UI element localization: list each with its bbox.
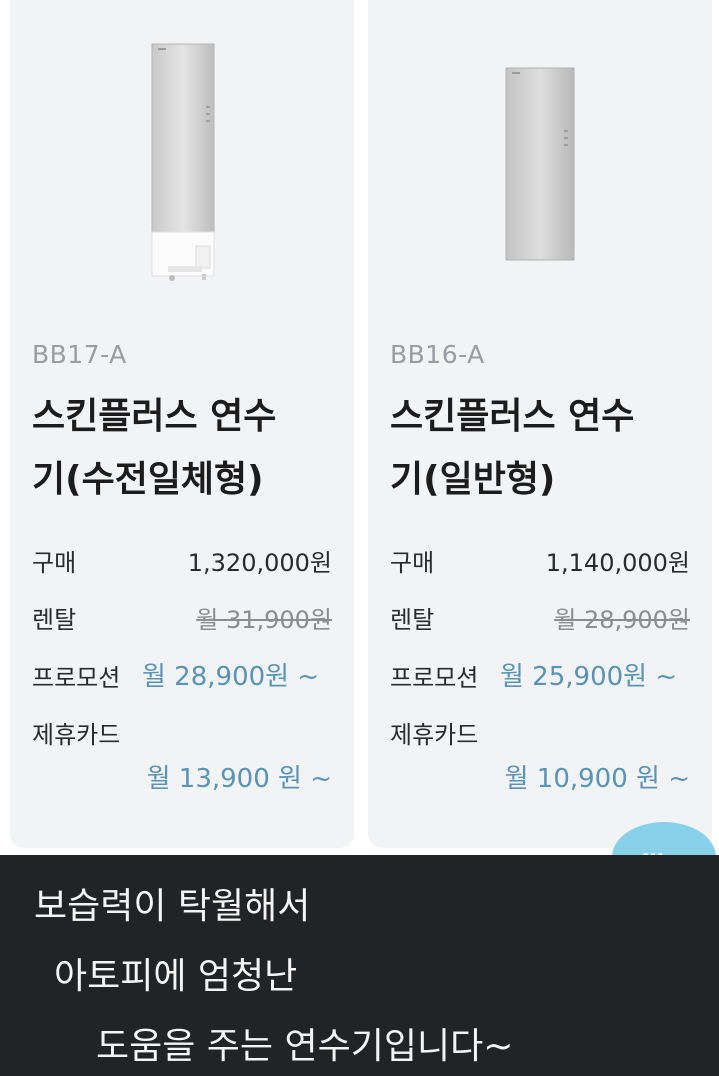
product-comparison-page: BB17-A 스킨플러스 연수 기(수전일체형) 구매 1,320,000원 렌… xyxy=(0,0,719,1076)
card-price: 월 13,900 원 ~ xyxy=(146,764,332,794)
promo-label: 프로모션 xyxy=(32,664,121,692)
promo-label: 프로모션 xyxy=(390,664,479,692)
caption-line-3: 도움을 주는 연수기입니다~ xyxy=(96,1026,514,1067)
product-image-bb16a xyxy=(505,67,575,261)
card-label: 제휴카드 xyxy=(390,721,479,749)
purchase-price: 1,320,000원 xyxy=(187,549,332,577)
caption-line-2: 아토피에 엄청난 xyxy=(54,956,298,997)
product-name: 스킨플러스 연수 기(수전일체형) xyxy=(32,385,342,511)
product-name-line1: 스킨플러스 연수 xyxy=(390,396,635,437)
promo-price: 월 28,900원 ~ xyxy=(142,662,320,692)
rental-label: 렌탈 xyxy=(390,606,435,634)
product-name-line1: 스킨플러스 연수 xyxy=(32,396,277,437)
product-model: BB16-A xyxy=(390,340,485,369)
product-card-bb16a[interactable]: BB16-A 스킨플러스 연수 기(일반형) 구매 1,140,000원 렌탈 … xyxy=(368,0,712,848)
product-card-bb17a[interactable]: BB17-A 스킨플러스 연수 기(수전일체형) 구매 1,320,000원 렌… xyxy=(10,0,354,848)
product-name-line2: 기(일반형) xyxy=(390,459,556,500)
rental-price-strikethrough: 월 31,900원 xyxy=(196,606,332,634)
product-model: BB17-A xyxy=(32,340,127,369)
purchase-label: 구매 xyxy=(32,549,77,577)
product-name-line2: 기(수전일체형) xyxy=(32,459,264,500)
rental-label: 렌탈 xyxy=(32,606,77,634)
purchase-price: 1,140,000원 xyxy=(545,549,690,577)
card-price: 월 10,900 원 ~ xyxy=(504,764,690,794)
product-image-bb17a xyxy=(151,43,215,281)
purchase-label: 구매 xyxy=(390,549,435,577)
card-label: 제휴카드 xyxy=(32,721,121,749)
promo-price: 월 25,900원 ~ xyxy=(500,662,678,692)
product-name: 스킨플러스 연수 기(일반형) xyxy=(390,385,700,511)
caption-overlay: 보습력이 탁월해서 아토피에 엄청난 도움을 주는 연수기입니다~ xyxy=(0,855,719,1076)
rental-price-strikethrough: 월 28,900원 xyxy=(554,606,690,634)
caption-line-1: 보습력이 탁월해서 xyxy=(34,886,311,927)
